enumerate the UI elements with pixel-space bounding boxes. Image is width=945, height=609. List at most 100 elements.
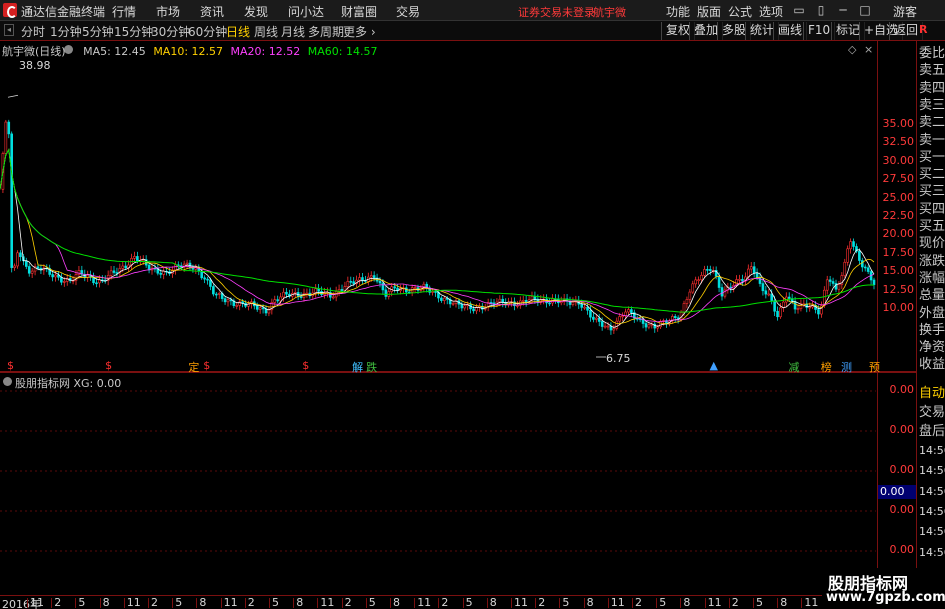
candle-body [267, 309, 271, 314]
candle-body [787, 296, 791, 299]
candle-body [817, 309, 820, 315]
candle-body [863, 266, 867, 269]
menu-quotes[interactable]: 行情 [112, 3, 136, 20]
menu-wealth[interactable]: 财富圈 [341, 3, 377, 20]
time-axis-label: 5 [78, 596, 86, 609]
candle-body [369, 275, 373, 278]
candle-body [258, 307, 262, 310]
menu-formula[interactable]: 公式 [728, 3, 752, 20]
stock-period-label: 航宇微(日线) [2, 45, 66, 58]
tick-time: 14:56 [919, 444, 945, 457]
candle-body [282, 291, 285, 298]
price-chart[interactable] [0, 41, 878, 371]
period-60min[interactable]: 60分钟 [188, 23, 227, 40]
quote-row-label: 卖四 [919, 80, 945, 96]
period-toolbar: ◂ 分时 1分钟 5分钟 15分钟 30分钟 60分钟 日线 周线 月线 多周期… [0, 21, 945, 41]
signal-marker: $ [203, 359, 211, 372]
period-timeshare[interactable]: 分时 [21, 23, 45, 40]
period-15min[interactable]: 15分钟 [114, 23, 153, 40]
candle-body [159, 272, 163, 275]
time-axis-label: 11 [610, 596, 625, 609]
quote-row-label: 收益 [919, 357, 945, 373]
period-5min[interactable]: 5分钟 [82, 23, 114, 40]
chart-close-icon[interactable]: × [864, 43, 873, 56]
menu-layout[interactable]: 版面 [697, 3, 721, 20]
candle-body [434, 291, 437, 293]
candle-body [630, 309, 633, 313]
guest-label[interactable]: 游客 [893, 3, 917, 20]
candle-body [95, 282, 98, 285]
toolbar-collapse-icon[interactable]: ◂ [4, 24, 14, 36]
quote-row-label: 卖一 [919, 132, 945, 148]
candle-body [273, 299, 277, 303]
time-axis-tick [293, 598, 295, 608]
candle-body [261, 307, 265, 310]
candle-body [463, 305, 467, 309]
price-axis-label: 10.00 [882, 301, 915, 314]
phone-icon[interactable]: ▯ [812, 1, 830, 19]
time-axis-label: 2 [151, 596, 158, 609]
candle-body [340, 289, 344, 291]
indicator-settings-icon[interactable] [3, 377, 12, 386]
period-30min[interactable]: 30分钟 [151, 23, 190, 40]
price-axis-label: 20.00 [882, 227, 915, 241]
trade-tab[interactable]: 盘后 [919, 424, 945, 439]
period-1min[interactable]: 1分钟 [50, 23, 82, 40]
candle-body [647, 324, 651, 328]
candle-body [346, 281, 350, 287]
candle-body [133, 256, 136, 259]
tick-time: 14:56 [919, 504, 945, 518]
candle-body [19, 252, 22, 258]
app-title: 通达信金融终端 [21, 5, 106, 19]
candle-body [413, 287, 417, 289]
candle-body [352, 281, 355, 284]
period-weekly[interactable]: 周线 [254, 23, 278, 40]
menu-market[interactable]: 市场 [156, 3, 180, 20]
menu-info[interactable]: 资讯 [200, 3, 224, 20]
login-warning[interactable]: 证券交易未登录 [518, 4, 595, 20]
menu-discover[interactable]: 发现 [244, 3, 268, 20]
btn-draw-line[interactable]: 画线 [773, 22, 808, 40]
candle-body [431, 291, 434, 293]
price-axis-label: 32.50 [882, 135, 915, 149]
maximize-icon[interactable]: □ [856, 1, 874, 19]
time-axis-tick [583, 598, 585, 608]
candle-body [124, 265, 127, 269]
time-axis-tick [27, 598, 28, 608]
time-axis-tick [75, 598, 77, 608]
candle-body [440, 297, 443, 301]
tick-time: 14:56 [919, 484, 945, 498]
candle-body [793, 301, 797, 310]
candle-body [717, 276, 721, 288]
quote-row-label: 买二 [919, 167, 945, 183]
time-axis-tick [801, 598, 803, 608]
time-axis-label: 11 [707, 596, 722, 609]
candle-body [849, 241, 852, 250]
watermark-url: www.7gpzb.com [826, 590, 945, 605]
chart-divider[interactable] [0, 371, 917, 373]
menu-function[interactable]: 功能 [666, 3, 690, 20]
chart-settings-icon[interactable]: ◇ [848, 43, 856, 56]
ma20-label: MA20: 12.52 [230, 45, 301, 58]
btn-back[interactable]: 返回 [889, 22, 924, 40]
period-daily[interactable]: 日线 [226, 23, 250, 40]
time-axis-label: 5 [659, 596, 667, 609]
candle-body [761, 283, 765, 292]
minimize-icon[interactable]: ─ [834, 1, 852, 19]
period-multi[interactable]: 多周期 [308, 23, 344, 40]
time-axis-label: 5 [175, 596, 183, 609]
menu-xiaoda[interactable]: 问小达 [288, 3, 324, 20]
message-icon[interactable]: ▭ [790, 1, 808, 19]
app-logo-icon [3, 3, 17, 18]
time-axis-tick [535, 598, 537, 608]
period-monthly[interactable]: 月线 [281, 23, 305, 40]
r-indicator-icon[interactable]: R [919, 23, 927, 36]
candle-body [86, 275, 89, 278]
menu-options[interactable]: 选项 [759, 3, 783, 20]
auto-label[interactable]: 自动 [919, 386, 945, 401]
indicator-chart[interactable] [0, 373, 878, 595]
period-more[interactable]: 更多 › [343, 23, 376, 40]
trade-tab[interactable]: 交易 [919, 405, 945, 420]
time-axis-label: 8 [780, 596, 788, 609]
menu-trade[interactable]: 交易 [396, 3, 420, 20]
